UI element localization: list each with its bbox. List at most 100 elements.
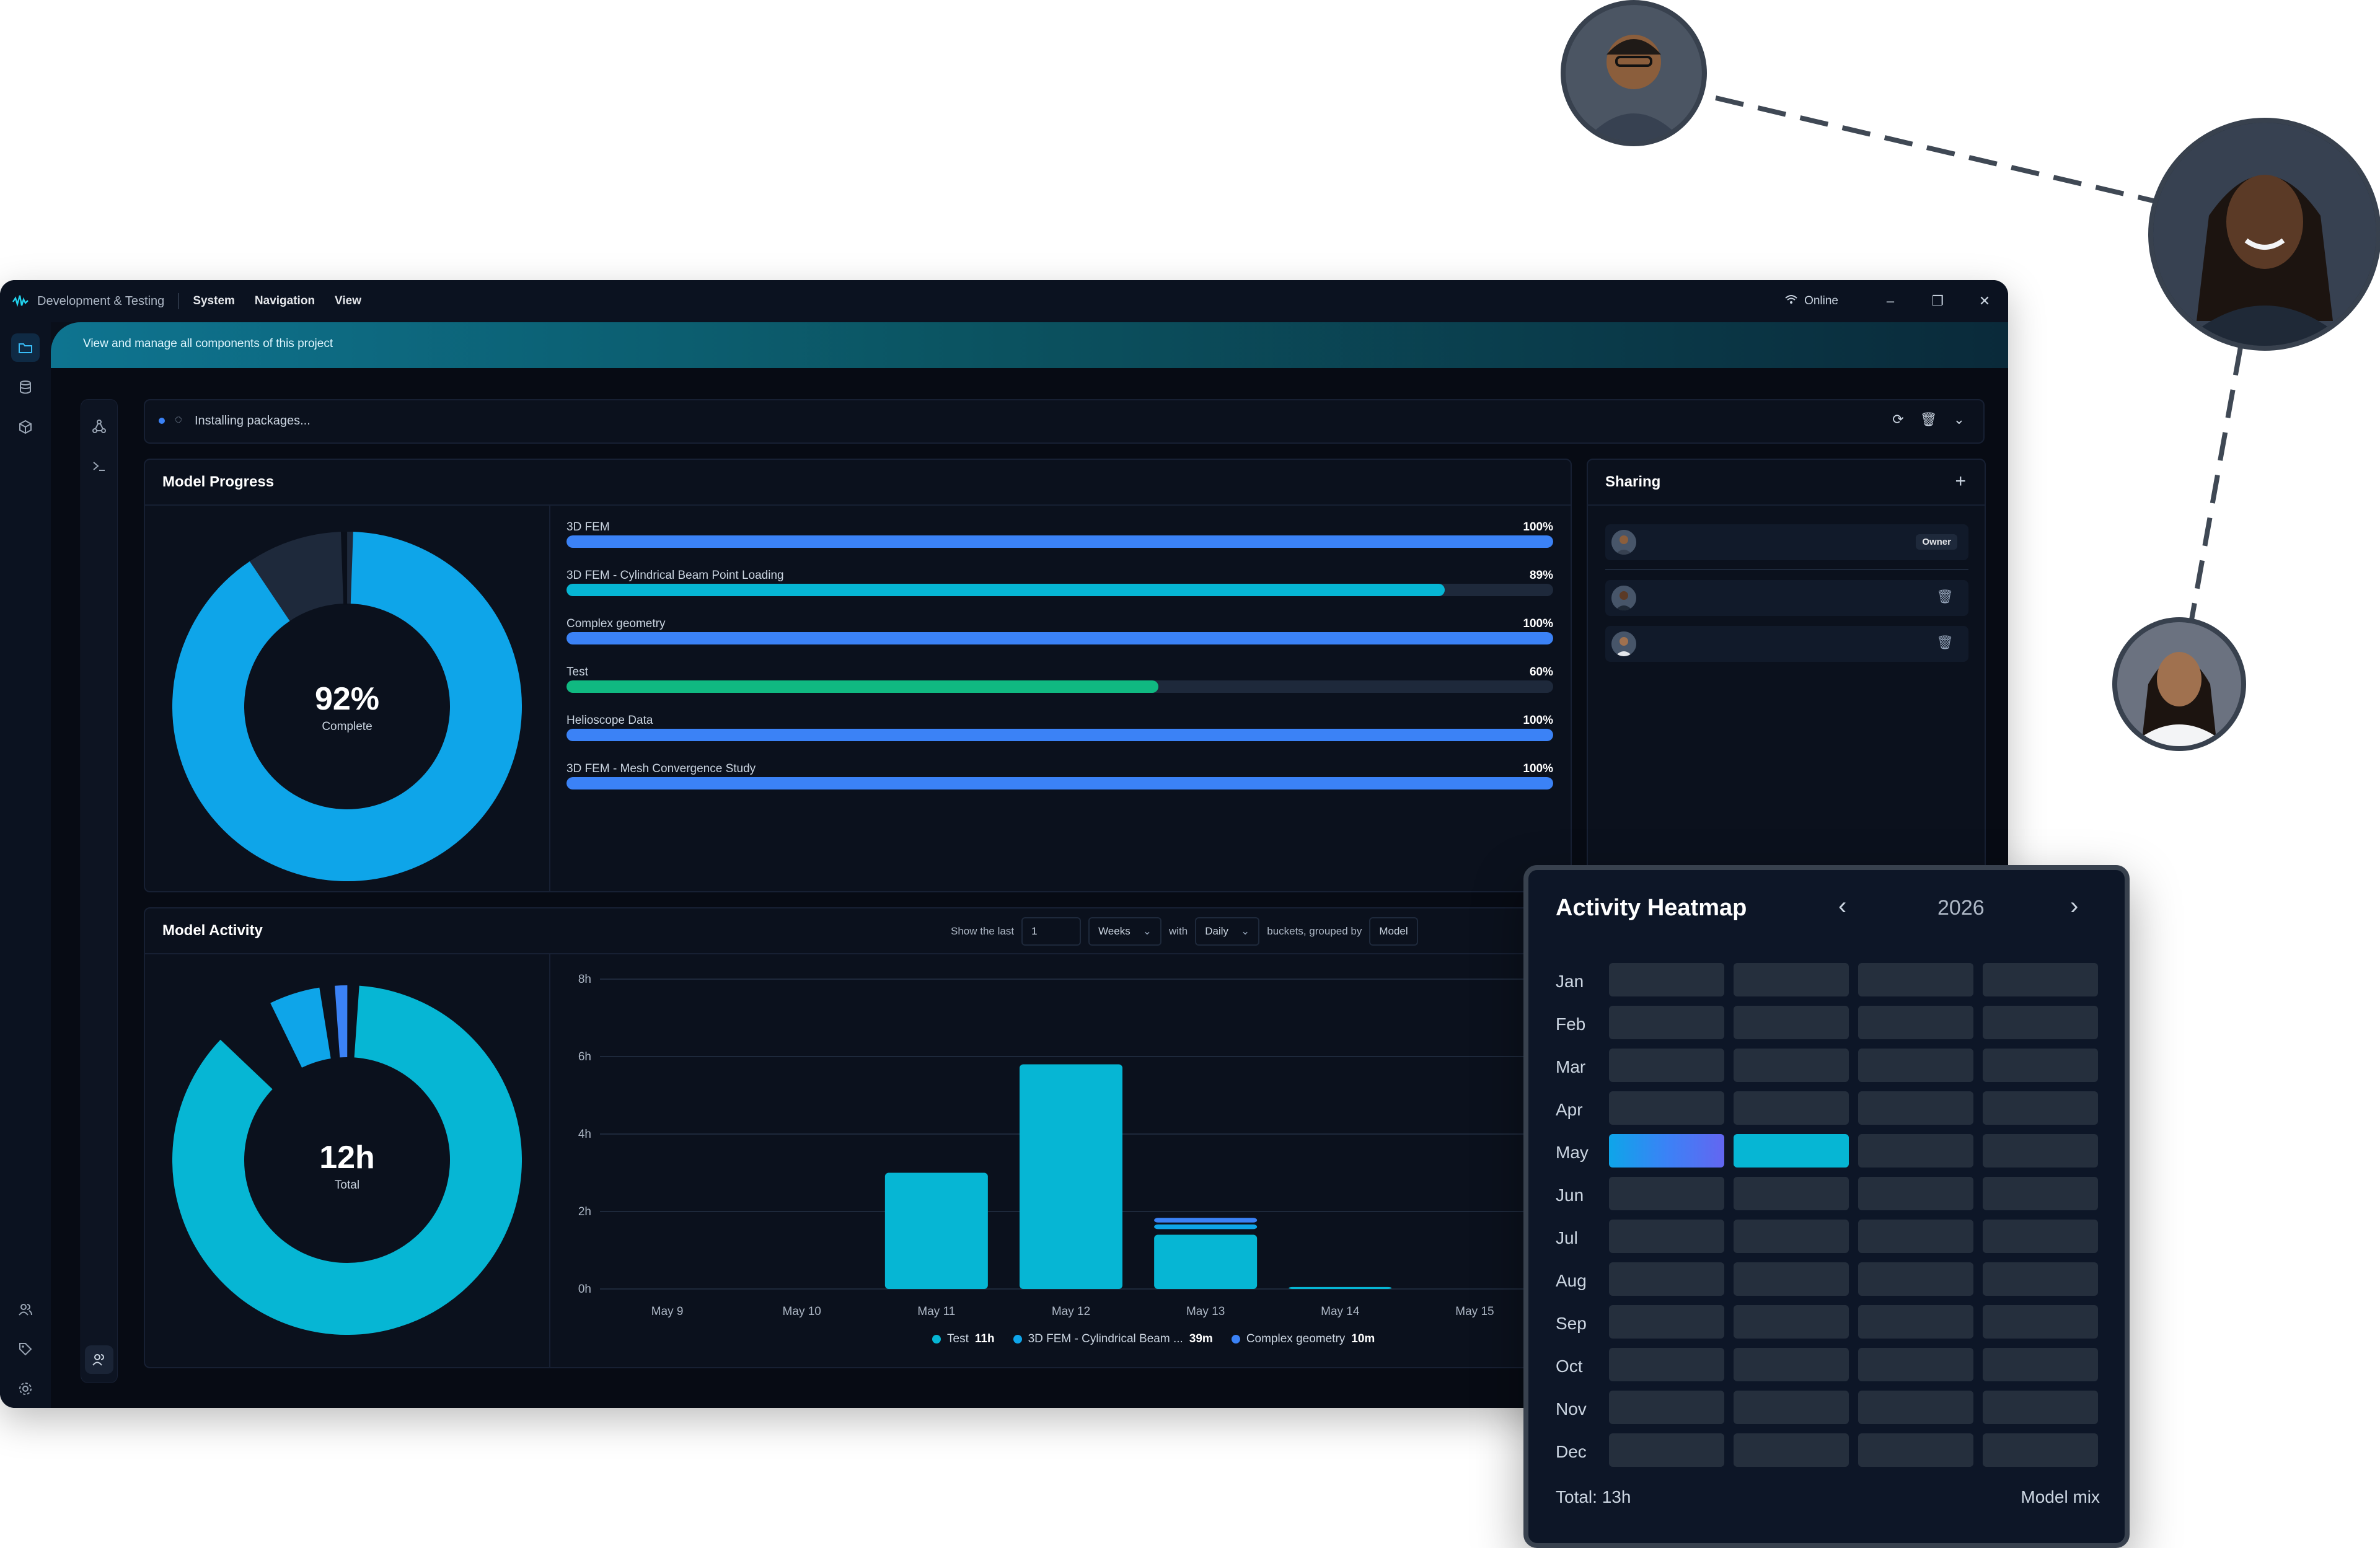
menu-system[interactable]: System xyxy=(193,294,235,308)
share-row-member[interactable]: 🗑 xyxy=(1605,580,1968,616)
bar-test[interactable] xyxy=(884,1172,988,1290)
heatmap-cell[interactable] xyxy=(1983,963,2098,996)
heatmap-cell[interactable] xyxy=(1734,1134,1849,1168)
heatmap-cell[interactable] xyxy=(1983,1091,2098,1125)
folder-icon[interactable] xyxy=(11,333,40,362)
share-row-owner[interactable]: Owner xyxy=(1605,524,1968,560)
heatmap-cell[interactable] xyxy=(1734,1091,1849,1125)
left-rail xyxy=(0,322,51,1408)
remove-member-trash-icon[interactable]: 🗑 xyxy=(1936,635,1954,651)
model-activity-title: Model Activity xyxy=(162,922,263,939)
heatmap-cell[interactable] xyxy=(1734,1220,1849,1253)
heatmap-cell[interactable] xyxy=(1609,1433,1724,1467)
legend-item[interactable]: Complex geometry 10m xyxy=(1231,1332,1375,1346)
heatmap-cell[interactable] xyxy=(1734,1006,1849,1039)
heatmap-cell[interactable] xyxy=(1858,1091,1973,1125)
range-unit-value: Weeks xyxy=(1098,925,1130,937)
heatmap-cell[interactable] xyxy=(1858,1006,1973,1039)
bar-test[interactable] xyxy=(1289,1286,1392,1289)
heatmap-cell[interactable] xyxy=(1983,1049,2098,1082)
heatmap-cell[interactable] xyxy=(1609,1177,1724,1210)
bar-complex-geometry[interactable] xyxy=(1154,1218,1258,1223)
minimize-icon[interactable]: – xyxy=(1867,293,1914,309)
heatmap-cell[interactable] xyxy=(1609,1391,1724,1424)
heatmap-cell[interactable] xyxy=(1734,1433,1849,1467)
heatmap-cell[interactable] xyxy=(1858,1348,1973,1381)
heatmap-cell[interactable] xyxy=(1734,1391,1849,1424)
collaborator-avatar[interactable] xyxy=(2112,617,2246,751)
bucket-select[interactable]: Daily ⌄ xyxy=(1195,917,1260,946)
remove-member-trash-icon[interactable]: 🗑 xyxy=(1936,589,1954,605)
heatmap-cell[interactable] xyxy=(1858,1177,1973,1210)
heatmap-cell[interactable] xyxy=(1983,1177,2098,1210)
heatmap-cell[interactable] xyxy=(1858,963,1973,996)
add-member-icon[interactable]: + xyxy=(1955,471,1966,492)
heatmap-cell[interactable] xyxy=(1983,1134,2098,1168)
menu-navigation[interactable]: Navigation xyxy=(255,294,315,308)
restore-icon[interactable]: ❐ xyxy=(1914,293,1961,309)
heatmap-cell[interactable] xyxy=(1734,963,1849,996)
progress-label: Complex geometry xyxy=(566,617,666,630)
heatmap-cell[interactable] xyxy=(1734,1348,1849,1381)
bar-test[interactable] xyxy=(1020,1064,1122,1290)
heatmap-cell[interactable] xyxy=(1609,1134,1724,1168)
avatar xyxy=(1611,631,1636,656)
heatmap-cell[interactable] xyxy=(1983,1391,2098,1424)
heatmap-cell[interactable] xyxy=(1609,1091,1724,1125)
close-icon[interactable]: ✕ xyxy=(1961,293,2008,309)
legend-item[interactable]: Test 11h xyxy=(932,1332,995,1346)
chevron-left-icon[interactable]: ‹ xyxy=(1838,892,1846,920)
heatmap-cell[interactable] xyxy=(1858,1049,1973,1082)
heatmap-cell[interactable] xyxy=(1858,1262,1973,1296)
share-row-member[interactable]: 🗑 xyxy=(1605,626,1968,662)
heatmap-cell[interactable] xyxy=(1858,1305,1973,1339)
bar-3d-fem-cylindrical-beam-[interactable] xyxy=(1154,1224,1258,1229)
heatmap-cell[interactable] xyxy=(1983,1262,2098,1296)
collaborator-avatar[interactable] xyxy=(2148,118,2380,351)
network-graph-icon[interactable] xyxy=(85,412,113,441)
chevron-down-icon[interactable]: ⌄ xyxy=(1954,411,1965,428)
group-select[interactable]: Model xyxy=(1369,917,1418,946)
avatar-photo xyxy=(1566,5,1702,141)
heatmap-cell[interactable] xyxy=(1609,1220,1724,1253)
collaborator-avatar[interactable] xyxy=(1561,0,1707,146)
heatmap-cell[interactable] xyxy=(1734,1049,1849,1082)
heatmap-cell[interactable] xyxy=(1609,1305,1724,1339)
heatmap-cell[interactable] xyxy=(1734,1305,1849,1339)
chevron-right-icon[interactable]: › xyxy=(2070,892,2078,920)
trash-icon[interactable]: 🗑 xyxy=(1920,411,1937,428)
heatmap-cell[interactable] xyxy=(1734,1177,1849,1210)
heatmap-cell[interactable] xyxy=(1983,1006,2098,1039)
heatmap-cell[interactable] xyxy=(1858,1220,1973,1253)
heatmap-cell[interactable] xyxy=(1858,1433,1973,1467)
heatmap-cell[interactable] xyxy=(1983,1348,2098,1381)
heatmap-cell[interactable] xyxy=(1609,1348,1724,1381)
with-label: with xyxy=(1168,925,1188,937)
heatmap-cell[interactable] xyxy=(1858,1391,1973,1424)
refresh-icon[interactable]: ⟳ xyxy=(1892,411,1903,428)
heatmap-cell[interactable] xyxy=(1609,1262,1724,1296)
bar-test[interactable] xyxy=(1154,1234,1258,1290)
heatmap-cell[interactable] xyxy=(1609,1049,1724,1082)
heatmap-cell[interactable] xyxy=(1983,1433,2098,1467)
users-icon[interactable] xyxy=(11,1295,40,1324)
wifi-icon xyxy=(1784,294,1798,309)
heatmap-model-mix-link[interactable]: Model mix xyxy=(2021,1487,2100,1507)
tag-icon[interactable] xyxy=(11,1335,40,1363)
heatmap-cell[interactable] xyxy=(1609,1006,1724,1039)
database-icon[interactable] xyxy=(11,373,40,402)
heatmap-cell[interactable] xyxy=(1609,963,1724,996)
range-count-input[interactable]: 1 xyxy=(1021,917,1082,946)
heatmap-cell[interactable] xyxy=(1983,1305,2098,1339)
heatmap-cell[interactable] xyxy=(1983,1220,2098,1253)
menu-view[interactable]: View xyxy=(335,294,361,308)
progress-track xyxy=(566,680,1553,693)
settings-gear-icon[interactable] xyxy=(11,1374,40,1403)
heatmap-cell[interactable] xyxy=(1734,1262,1849,1296)
cube-icon[interactable] xyxy=(11,413,40,441)
terminal-icon[interactable] xyxy=(85,452,113,480)
heatmap-cell[interactable] xyxy=(1858,1134,1973,1168)
legend-item[interactable]: 3D FEM - Cylindrical Beam ... 39m xyxy=(1013,1332,1213,1346)
team-icon[interactable] xyxy=(85,1345,113,1374)
range-unit-select[interactable]: Weeks ⌄ xyxy=(1088,917,1161,946)
